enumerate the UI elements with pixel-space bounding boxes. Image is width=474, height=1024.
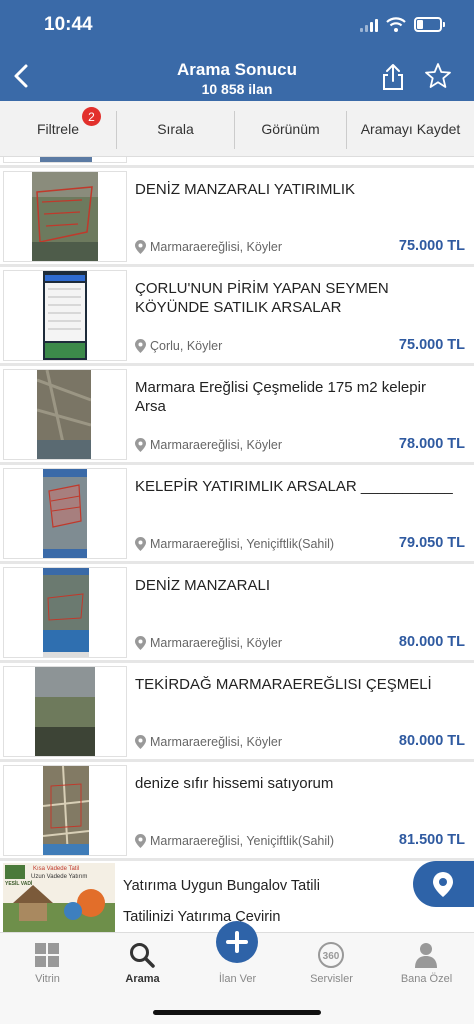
filter-count-badge: 2 (82, 107, 101, 126)
listing-location: Marmaraereğlisi, Köyler (135, 240, 282, 254)
status-bar: 10:44 (0, 0, 474, 54)
ad-subtitle: Tatilinizi Yatırıma Çevirin (123, 909, 281, 925)
location-pin-icon (135, 834, 146, 848)
location-pin-icon (135, 339, 146, 353)
listing-location-text: Marmaraereğlisi, Köyler (150, 438, 282, 452)
listing-location-text: Çorlu, Köyler (150, 339, 223, 353)
home-indicator (153, 1010, 321, 1015)
result-toolbar: Filtrele Sırala Görünüm Aramayı Kaydet (0, 101, 474, 157)
ad-image-brand: YESİL VADİ (5, 881, 33, 887)
listing-location: Marmaraereğlisi, Yeniçiftlik(Sahil) (135, 537, 334, 551)
listing-thumbnail (3, 567, 127, 658)
listing-thumbnail (3, 468, 127, 559)
listing-title: denize sıfır hissemi satıyorum (135, 775, 334, 792)
search-icon (130, 943, 155, 968)
filter-label: Filtrele (36, 121, 79, 137)
tab-label: Servisler (310, 973, 353, 985)
sort-button[interactable]: Sırala (117, 101, 234, 157)
listing-location: Marmaraereğlisi, Köyler (135, 636, 282, 650)
listing-price: 80.000 TL (398, 733, 465, 749)
listing-row[interactable]: DENİZ MANZARALI YATIRIMLIK Marmaraereğli… (0, 168, 474, 264)
location-pin-icon (135, 636, 146, 650)
ad-image: Kısa Vadede Tatil Uzun Vadede Yatırım YE… (3, 863, 115, 932)
result-count: 10 858 ilan (201, 81, 273, 97)
listing-price: 78.000 TL (398, 436, 465, 452)
save-search-label: Aramayı Kaydet (360, 121, 461, 137)
listing-row[interactable]: Marmara Ereğlisi Çeşmelide 175 m2 kelepi… (0, 366, 474, 462)
share-icon[interactable] (380, 62, 406, 92)
ad-image-text-1: Kısa Vadede Tatil (33, 866, 80, 872)
back-icon[interactable] (10, 62, 36, 90)
battery-icon (414, 17, 445, 32)
listing-row[interactable]: KELEPİR YATIRIMLIK ARSALAR ___________ M… (0, 465, 474, 561)
listing-location-text: Marmaraereğlisi, Köyler (150, 636, 282, 650)
listing-thumbnail (3, 270, 127, 361)
grid-icon (35, 943, 59, 967)
plus-icon (226, 931, 248, 953)
tab-vitrin[interactable]: Vitrin (0, 933, 95, 993)
listing-location-text: Marmaraereğlisi, Yeniçiftlik(Sahil) (150, 537, 335, 551)
ad-title: Yatırıma Uygun Bungalov Tatili (123, 878, 320, 894)
tab-label: Vitrin (35, 973, 60, 985)
listing-title: ÇORLU'NUN PİRİM YAPAN SEYMEN KÖYÜNDE SAT… (135, 280, 389, 316)
listing-location: Marmaraereğlisi, Köyler (135, 438, 282, 452)
header: 10:44 Arama Sonucu 10 858 ilan (0, 0, 474, 101)
listing-thumbnail (3, 157, 127, 163)
listing-title: Marmara Ereğlisi Çeşmelide 175 m2 kelepi… (135, 379, 426, 415)
listing-price: 81.500 TL (398, 832, 465, 848)
tab-arama[interactable]: Arama (95, 933, 190, 993)
listing-price: 75.000 TL (398, 337, 465, 353)
listing-location: Marmaraereğlisi, Köyler (135, 735, 282, 749)
listing-thumbnail (3, 369, 127, 460)
svg-text:360: 360 (323, 951, 340, 962)
listing-title: DENİZ MANZARALI (135, 577, 271, 594)
listing-location-text: Marmaraereğlisi, Köyler (150, 240, 282, 254)
location-pin-icon (135, 537, 146, 551)
listing-price: 79.050 TL (398, 535, 465, 551)
map-pin-icon (433, 872, 453, 897)
listing-row[interactable]: TEKİRDAĞ MARMARAEREĞLISI ÇEŞMELİ Marmara… (0, 663, 474, 759)
listing-thumbnail (3, 765, 127, 856)
page-title: Arama Sonucu (177, 60, 297, 79)
tab-label: Arama (125, 973, 160, 985)
listing-title: TEKİRDAĞ MARMARAEREĞLISI ÇEŞMELİ (135, 676, 432, 693)
listing-location: Marmaraereğlisi, Yeniçiftlik(Sahil) (135, 834, 334, 848)
listing-location: Çorlu, Köyler (135, 339, 222, 353)
listing-location-text: Marmaraereğlisi, Köyler (150, 735, 282, 749)
listing-row-partial[interactable] (0, 157, 474, 165)
tab-servisler[interactable]: 360 Servisler (284, 933, 379, 993)
listing-title: DENİZ MANZARALI YATIRIMLIK (135, 181, 356, 198)
tab-label: Bana Özel (400, 973, 453, 985)
map-view-button[interactable] (413, 861, 474, 907)
sort-label: Sırala (157, 121, 194, 137)
user-icon (415, 943, 437, 968)
location-pin-icon (135, 735, 146, 749)
view-button[interactable]: Görünüm (235, 101, 346, 157)
favorite-star-icon[interactable] (424, 62, 452, 90)
listing-thumbnail (3, 171, 127, 262)
listing-row[interactable]: DENİZ MANZARALI Marmaraereğlisi, Köyler … (0, 564, 474, 660)
view-label: Görünüm (261, 121, 320, 137)
location-pin-icon (135, 240, 146, 254)
listing-thumbnail (3, 666, 127, 757)
post-listing-button[interactable] (216, 921, 258, 963)
listing-price: 75.000 TL (398, 238, 465, 254)
listing-row[interactable]: ÇORLU'NUN PİRİM YAPAN SEYMEN KÖYÜNDE SAT… (0, 267, 474, 363)
status-time: 10:44 (44, 14, 93, 35)
listing-title: KELEPİR YATIRIMLIK ARSALAR ___________ (135, 478, 453, 495)
listing-location-text: Marmaraereğlisi, Yeniçiftlik(Sahil) (150, 834, 335, 848)
tab-label: İlan Ver (218, 973, 257, 985)
360-icon: 360 (318, 942, 344, 968)
listing-price: 80.000 TL (398, 634, 465, 650)
ad-image-text-2: Uzun Vadede Yatırım (31, 874, 88, 880)
signal-icon (360, 19, 378, 32)
listing-list[interactable]: DENİZ MANZARALI YATIRIMLIK Marmaraereğli… (0, 157, 474, 932)
save-search-button[interactable]: Aramayı Kaydet (347, 101, 474, 157)
page-title-block: Arama Sonucu 10 858 ilan (137, 60, 337, 97)
location-pin-icon (135, 438, 146, 452)
listing-row[interactable]: denize sıfır hissemi satıyorum Marmaraer… (0, 762, 474, 858)
tab-bana-ozel[interactable]: Bana Özel (379, 933, 474, 993)
wifi-icon (386, 17, 406, 32)
